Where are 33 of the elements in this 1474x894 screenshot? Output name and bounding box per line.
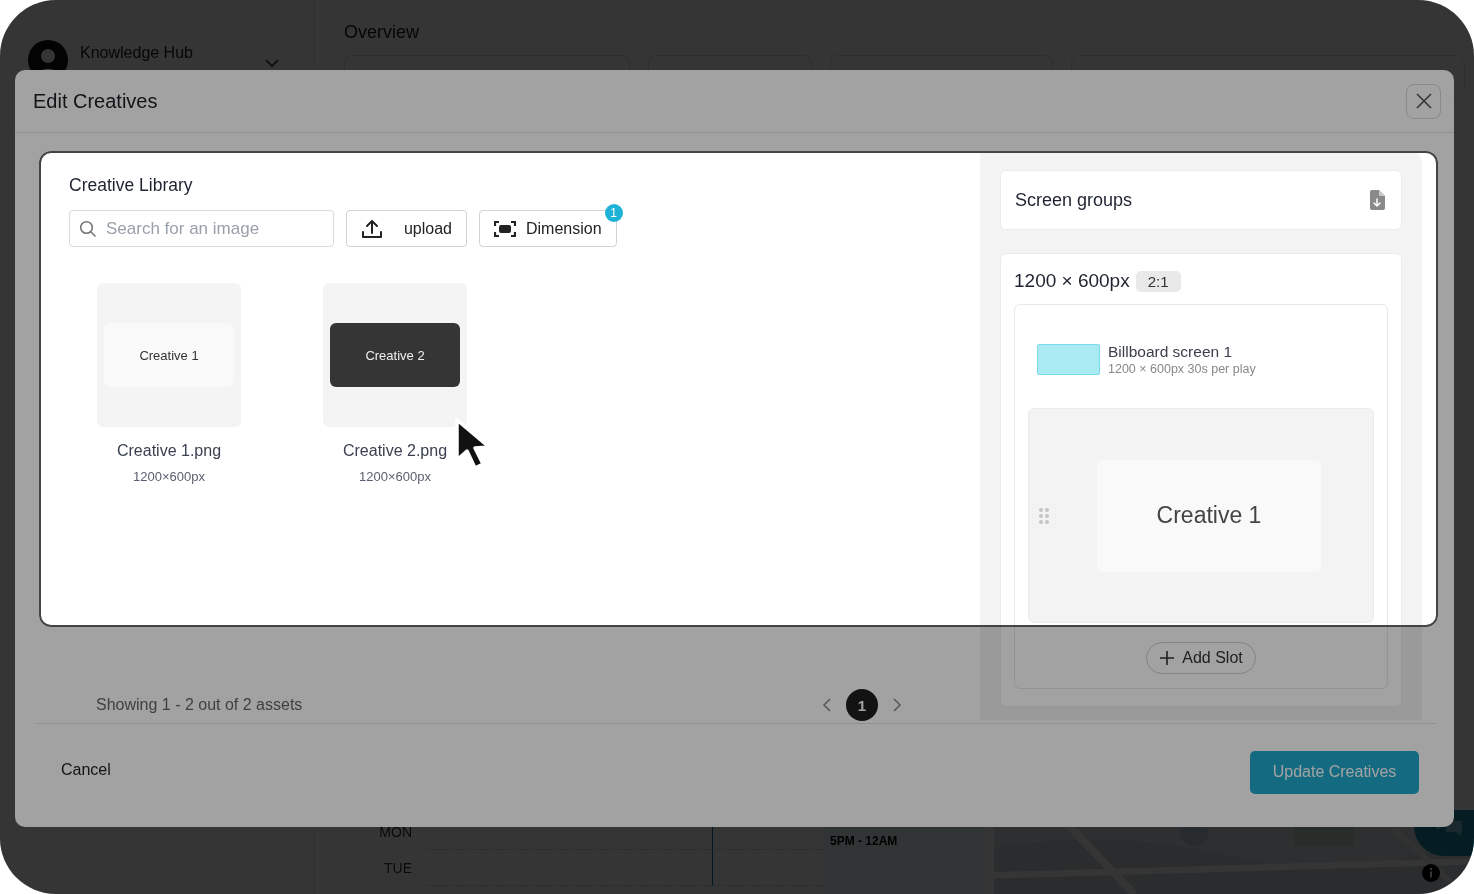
asset-size: 1200×600px	[133, 469, 205, 485]
section-title: Creative Library	[69, 175, 194, 195]
ratio-tag: 2:1	[1135, 270, 1181, 292]
drag-handle-icon[interactable]	[1038, 506, 1050, 525]
chevron-down-icon[interactable]	[264, 58, 280, 68]
search-icon	[79, 220, 97, 238]
asset-thumbnail[interactable]: Creative 2	[323, 283, 467, 427]
upload-button[interactable]: upload	[346, 210, 467, 247]
chevron-right-icon[interactable]	[892, 697, 902, 713]
close-icon	[1413, 91, 1434, 111]
screen-details: 1200 × 600px 30s per play	[1108, 361, 1256, 377]
asset-thumbnail[interactable]: Creative 1	[97, 283, 241, 427]
asset-size: 1200×600px	[359, 469, 431, 485]
screen-thumbnail	[1037, 344, 1100, 375]
asset-name: Creative 1.png	[116, 441, 222, 461]
results-summary: Showing 1 - 2 out of 2 assets	[96, 696, 303, 714]
group-size: 1200 × 600px	[1014, 270, 1130, 292]
info-icon[interactable]	[1422, 864, 1440, 882]
chevron-left-icon[interactable]	[822, 697, 832, 713]
page-button[interactable]: 1	[846, 689, 878, 721]
creative-preview: Creative 1	[104, 323, 234, 387]
upload-icon	[361, 217, 383, 240]
creative-preview: Creative 1	[1097, 459, 1321, 572]
file-download-icon	[1369, 190, 1385, 210]
plus-icon	[1159, 650, 1176, 666]
dialog-title: Edit Creatives	[33, 89, 158, 113]
dimension-icon	[494, 219, 516, 238]
search-field[interactable]: Search for an image	[69, 210, 334, 247]
panel-title: Screen groups	[1015, 189, 1133, 211]
screen-name: Billboard screen 1	[1108, 342, 1234, 361]
count-badge: 1	[604, 204, 623, 222]
creative-preview: Creative 2	[330, 323, 460, 387]
asset-name: Creative 2.png	[342, 441, 448, 461]
